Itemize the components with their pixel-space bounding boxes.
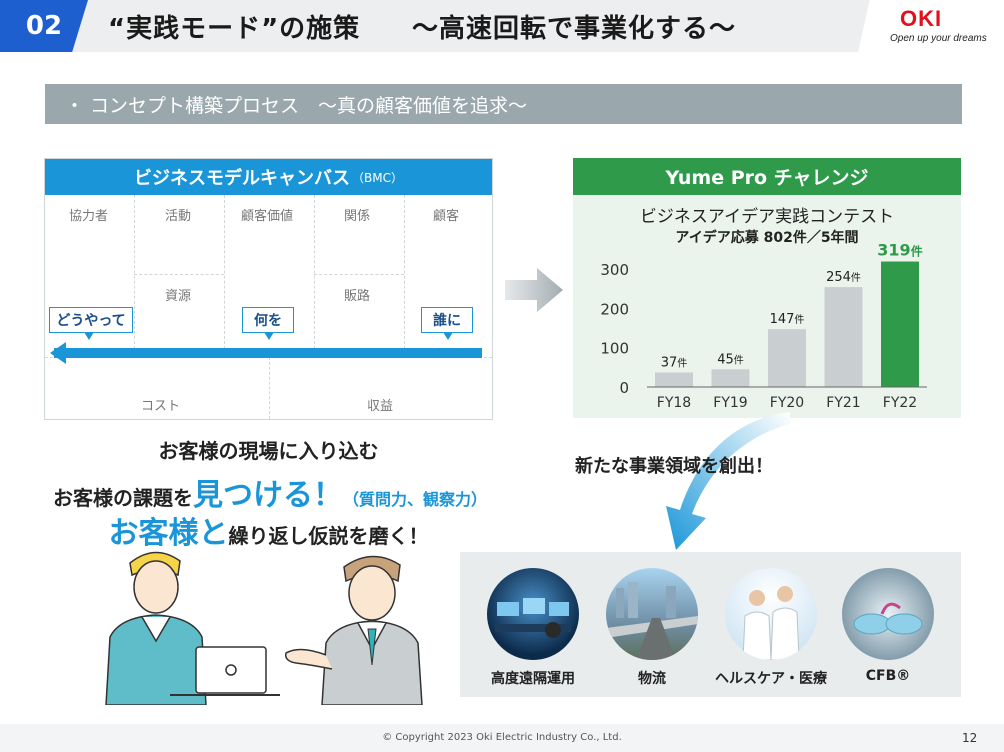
business-model-canvas: ビジネスモデルキャンバス （BMC） 協力者 活動 顧客価値 関係 顧客 資源 販…	[44, 158, 493, 420]
bar-FY22	[881, 261, 919, 387]
person-left-icon	[105, 551, 280, 705]
data-label: 254件	[826, 270, 861, 285]
flow-arrow-head	[50, 342, 66, 364]
callout-who: 誰に	[421, 307, 473, 340]
bar-FY21	[824, 287, 863, 387]
y-tick-label: 0	[619, 379, 629, 397]
oki-logo: OKI	[900, 6, 943, 31]
x-tick-label: FY19	[713, 395, 747, 411]
cell-cost: コスト	[141, 399, 181, 414]
bmc-header: ビジネスモデルキャンバス （BMC）	[45, 159, 492, 195]
consultation-illustration	[105, 551, 423, 705]
cell-partners: 協力者	[69, 209, 109, 224]
cell-value: 顧客価値	[241, 209, 294, 224]
ideas-bar-chart: 0 100 200 300 37件 FY18 45件 FY19 147件 FY20 254件 FY21…	[600, 241, 927, 411]
bar-FY20	[768, 329, 806, 387]
cell-customers: 顧客	[433, 209, 460, 224]
y-tick-label: 100	[600, 340, 629, 358]
grid-line	[404, 195, 405, 349]
bar-FY18	[655, 372, 693, 387]
grid-line	[224, 195, 225, 349]
x-tick-label: FY22	[883, 395, 917, 411]
y-tick-label: 200	[600, 300, 629, 318]
cell-resources: 資源	[165, 289, 192, 304]
slide-title: “実践モード”の施策	[108, 14, 361, 44]
bmc-title: ビジネスモデルキャンバス	[134, 168, 351, 189]
x-tick-label: FY21	[826, 395, 860, 411]
flow-arrow-shaft	[54, 348, 482, 358]
data-label: 45件	[717, 352, 744, 367]
data-label: 319件	[877, 241, 922, 260]
cell-revenue: 収益	[367, 399, 394, 414]
bmc-title-suffix: （BMC）	[352, 170, 403, 185]
message-line-2-paren: （質問力、観察力）	[342, 490, 487, 509]
copyright: © Copyright 2023 Oki Electric Industry C…	[382, 732, 622, 743]
logo-tagline: Open up your dreams	[890, 33, 987, 44]
grid-line	[134, 195, 135, 349]
domain-label-remote: 高度遠隔運用	[491, 671, 575, 687]
callout-what: 何を	[242, 307, 294, 340]
person-right-icon	[284, 555, 423, 705]
x-tick-label: FY20	[770, 395, 804, 411]
message-line-1: お客様の現場に入り込む	[158, 439, 379, 463]
message-line-2-pre: お客様の課題を	[52, 486, 193, 510]
yume-pro-header: Yume Pro チャレンジ	[573, 158, 961, 195]
domain-label-logistics: 物流	[638, 671, 666, 687]
new-business-text: 新たな事業領域を創出！	[575, 456, 773, 477]
domain-label-healthcare: ヘルスケア・医療	[715, 671, 827, 687]
remote-operation-icon	[487, 568, 579, 660]
cell-activities: 活動	[165, 209, 192, 224]
cell-channels: 販路	[344, 289, 371, 304]
y-tick-label: 300	[600, 261, 629, 279]
right-arrow-icon	[505, 268, 563, 312]
grid-line	[269, 357, 270, 419]
slide-subtitle: ～高速回転で事業化する～	[412, 14, 737, 44]
x-tick-label: FY18	[657, 395, 691, 411]
grid-line	[134, 274, 224, 275]
data-label: 37件	[661, 355, 688, 370]
contest-title: ビジネスアイデア実践コンテスト	[639, 207, 895, 227]
section-banner: ・ コンセプト構築プロセス ～真の顧客価値を追求～	[45, 84, 962, 124]
healthcare-icon	[725, 568, 817, 660]
cfb-icon	[842, 568, 934, 660]
bar-FY19	[711, 369, 750, 387]
domain-label-cfb: CFB®	[865, 668, 911, 684]
cell-relationships: 関係	[344, 209, 371, 224]
logistics-icon	[606, 568, 698, 660]
grid-line	[314, 274, 404, 275]
page-number: 12	[962, 731, 978, 745]
grid-line	[314, 195, 315, 349]
callout-how: どうやって	[49, 307, 133, 340]
curved-arrow-icon	[666, 412, 790, 550]
data-label: 147件	[770, 312, 805, 327]
